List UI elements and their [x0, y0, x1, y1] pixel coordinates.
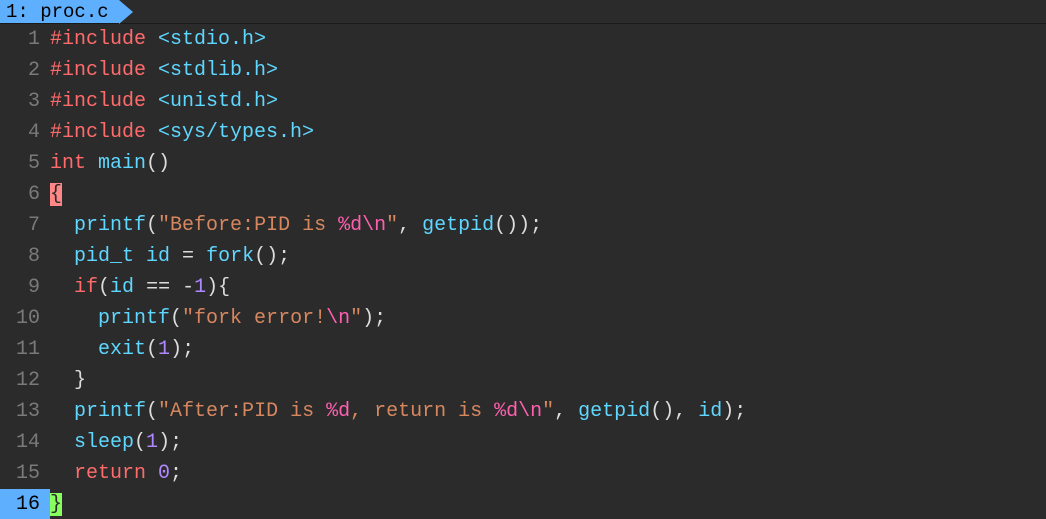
line-content: int main() [50, 148, 1046, 179]
code-line[interactable]: 13 printf("After:PID is %d, return is %d… [0, 396, 1046, 427]
line-content: sleep(1); [50, 427, 1046, 458]
tab-index: 1: [6, 1, 29, 23]
line-number: 10 [0, 303, 50, 334]
code-line[interactable]: 6{ [0, 179, 1046, 210]
line-number: 13 [0, 396, 50, 427]
line-content: if(id == -1){ [50, 272, 1046, 303]
code-line[interactable]: 11 exit(1); [0, 334, 1046, 365]
line-number: 14 [0, 427, 50, 458]
line-content: printf("Before:PID is %d\n", getpid()); [50, 210, 1046, 241]
line-number: 1 [0, 24, 50, 55]
tab-active[interactable]: 1: proc.c [0, 0, 119, 23]
line-number: 16 [0, 489, 50, 519]
line-number: 6 [0, 179, 50, 210]
line-number: 2 [0, 55, 50, 86]
line-content: #include <stdio.h> [50, 24, 1046, 55]
line-content: } [50, 365, 1046, 396]
line-content: return 0; [50, 458, 1046, 489]
code-line[interactable]: 10 printf("fork error!\n"); [0, 303, 1046, 334]
line-number: 4 [0, 117, 50, 148]
line-content: printf("fork error!\n"); [50, 303, 1046, 334]
line-number: 12 [0, 365, 50, 396]
line-content: pid_t id = fork(); [50, 241, 1046, 272]
code-editor: 1: proc.c 1#include <stdio.h>2#include <… [0, 0, 1046, 519]
code-line[interactable]: 3#include <unistd.h> [0, 86, 1046, 117]
code-line[interactable]: 12 } [0, 365, 1046, 396]
code-line[interactable]: 14 sleep(1); [0, 427, 1046, 458]
code-line[interactable]: 1#include <stdio.h> [0, 24, 1046, 55]
line-number: 15 [0, 458, 50, 489]
tab-bar: 1: proc.c [0, 0, 1046, 24]
line-number: 3 [0, 86, 50, 117]
code-line[interactable]: 9 if(id == -1){ [0, 272, 1046, 303]
line-content: { [50, 179, 1046, 210]
line-number: 9 [0, 272, 50, 303]
line-content: exit(1); [50, 334, 1046, 365]
line-content: printf("After:PID is %d, return is %d\n"… [50, 396, 1046, 427]
code-line[interactable]: 5int main() [0, 148, 1046, 179]
tab-filename: proc.c [40, 1, 108, 23]
code-line[interactable]: 16} [0, 489, 1046, 519]
code-line[interactable]: 4#include <sys/types.h> [0, 117, 1046, 148]
line-number: 7 [0, 210, 50, 241]
line-number: 11 [0, 334, 50, 365]
code-area[interactable]: 1#include <stdio.h>2#include <stdlib.h>3… [0, 24, 1046, 519]
code-line[interactable]: 15 return 0; [0, 458, 1046, 489]
code-line[interactable]: 8 pid_t id = fork(); [0, 241, 1046, 272]
line-number: 5 [0, 148, 50, 179]
line-content: #include <stdlib.h> [50, 55, 1046, 86]
line-content: #include <sys/types.h> [50, 117, 1046, 148]
code-line[interactable]: 2#include <stdlib.h> [0, 55, 1046, 86]
line-content: } [50, 489, 1046, 519]
code-line[interactable]: 7 printf("Before:PID is %d\n", getpid())… [0, 210, 1046, 241]
line-number: 8 [0, 241, 50, 272]
line-content: #include <unistd.h> [50, 86, 1046, 117]
